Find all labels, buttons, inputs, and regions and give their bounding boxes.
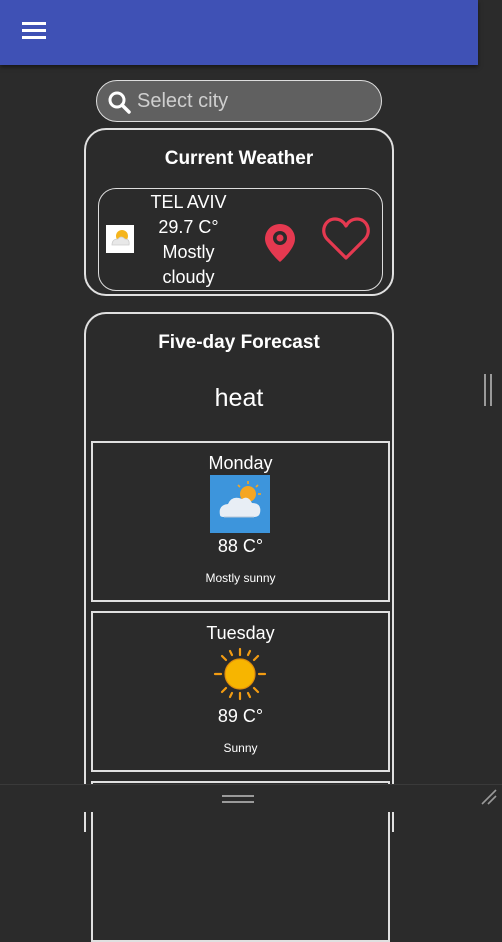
current-weather-details: TEL AVIV 29.7 C° Mostly cloudy	[141, 190, 236, 290]
sun-icon	[213, 647, 267, 701]
day-temperature: 88 C°	[217, 536, 264, 556]
day-name: Tuesday	[206, 623, 275, 643]
condition-line-1: Mostly	[162, 242, 215, 262]
current-weather-card: Current Weather TEL AVIV 29.7 C° Mostly …	[84, 128, 394, 296]
location-pin-icon[interactable]	[262, 222, 298, 264]
city-name: TEL AVIV	[150, 192, 227, 212]
hamburger-menu-icon[interactable]	[22, 20, 48, 40]
day-name: Monday	[208, 453, 273, 473]
day-description: Mostly sunny	[205, 571, 276, 585]
corner-resize-icon[interactable]	[478, 786, 498, 806]
weather-thumbnail-icon	[106, 225, 134, 253]
search-icon	[108, 91, 131, 114]
bottom-bar	[0, 784, 502, 812]
day-temperature: 89 C°	[217, 706, 264, 726]
heart-icon[interactable]	[321, 216, 371, 262]
horizontal-resize-handle[interactable]	[222, 795, 254, 803]
app-bar	[0, 0, 478, 65]
forecast-day-card: Monday 88 C° Mostly sunny	[91, 441, 390, 602]
forecast-day-card: Tuesday 89 C° Sunny	[91, 611, 390, 772]
current-weather-title: Current Weather	[164, 148, 314, 169]
cloud-sun-icon	[210, 475, 270, 533]
city-search-box[interactable]	[96, 80, 382, 122]
vertical-resize-handle[interactable]	[484, 374, 492, 406]
forecast-title: Five-day Forecast	[158, 332, 320, 353]
five-day-forecast-card: Five-day Forecast heat Monday 88 C° Most…	[84, 312, 394, 942]
city-search-input[interactable]	[137, 87, 367, 115]
day-description: Sunny	[223, 741, 258, 755]
current-temperature: 29.7 C°	[158, 217, 219, 237]
current-city-panel: TEL AVIV 29.7 C° Mostly cloudy	[98, 188, 383, 291]
forecast-subtitle: heat	[214, 384, 264, 412]
condition-line-2: cloudy	[162, 267, 215, 287]
